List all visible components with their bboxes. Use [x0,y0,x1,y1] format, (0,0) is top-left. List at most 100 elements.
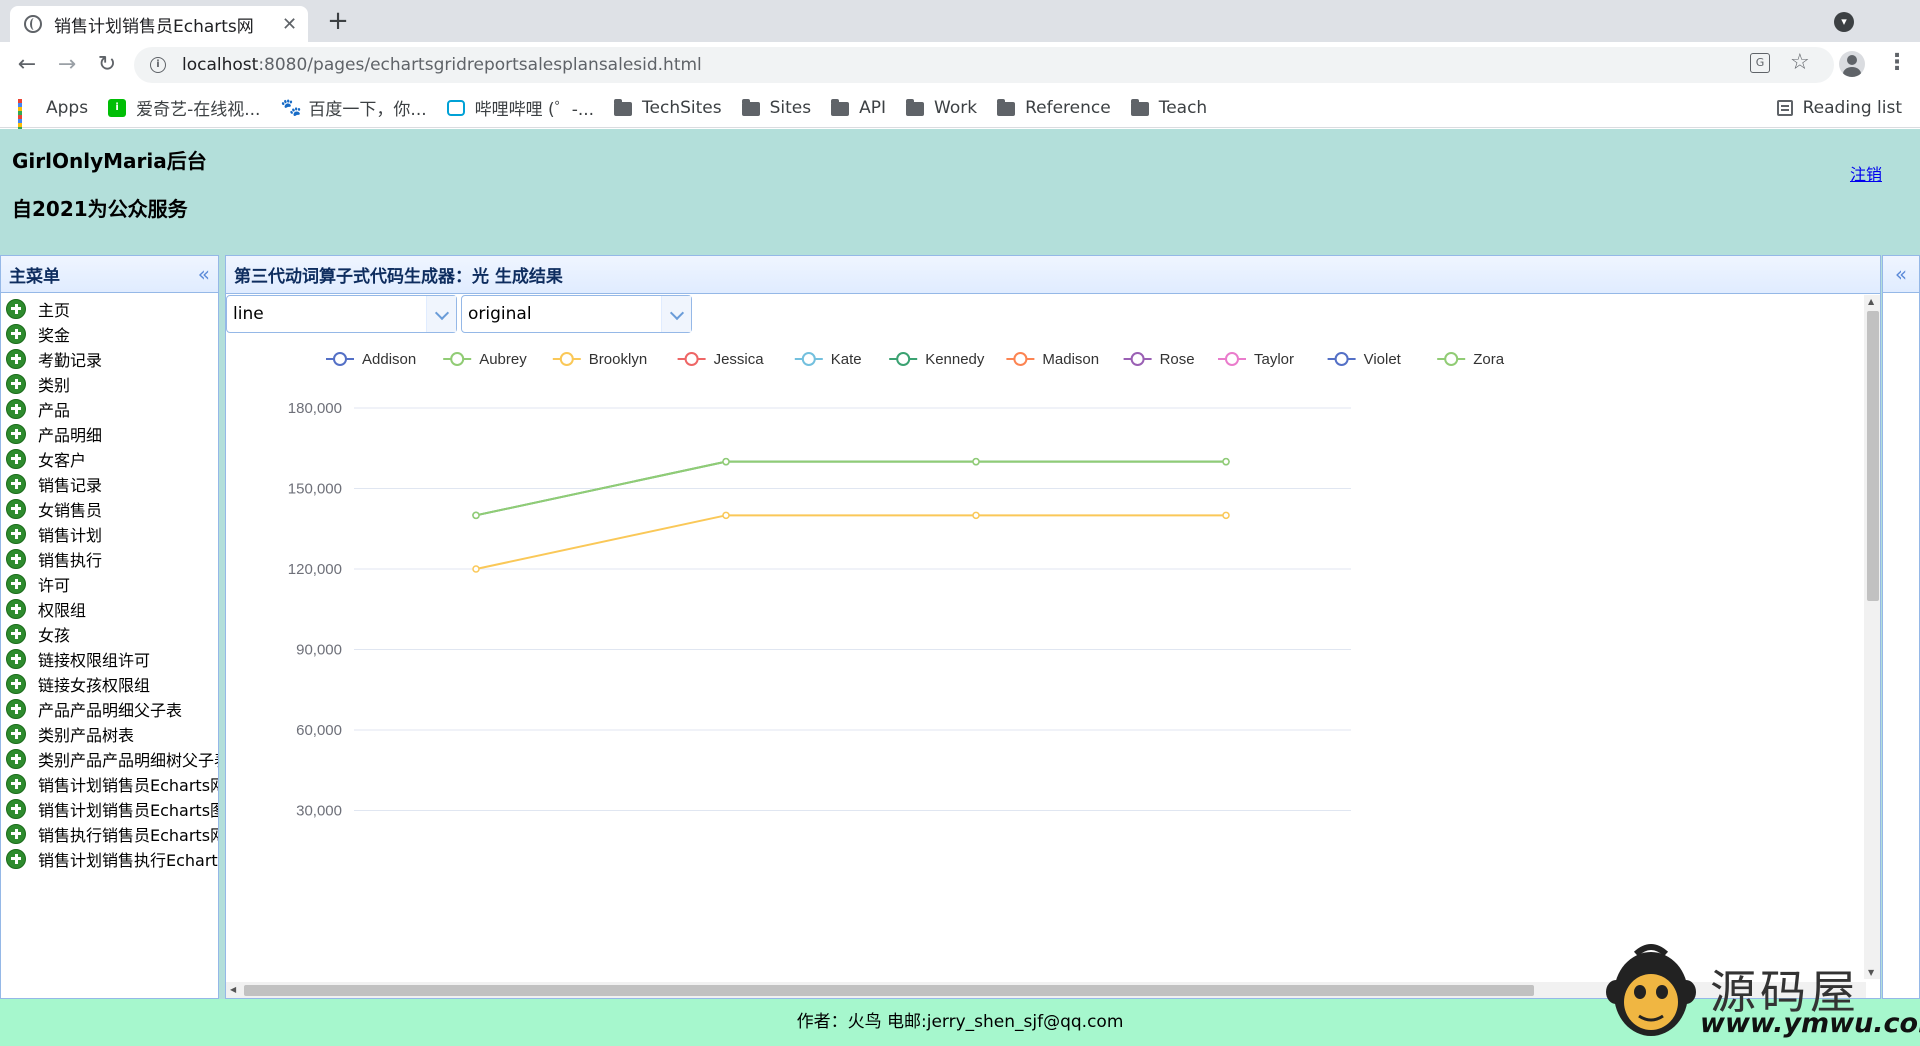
bookmark-apps[interactable]: Apps [18,98,88,135]
menu-item[interactable]: 链接女孩权限组 [1,671,218,696]
chart-type-select[interactable]: line [226,295,457,333]
legend-item[interactable]: Jessica [677,351,765,368]
collapse-left-icon[interactable]: « [198,264,210,284]
browser-tab-active[interactable]: 销售计划销售员Echarts网 ✕ [10,6,308,42]
plus-icon[interactable] [6,748,26,769]
menu-item[interactable]: 类别 [1,371,218,396]
new-tab-button[interactable]: + [323,6,353,36]
legend-item[interactable]: Madison [1006,351,1099,368]
back-arrow-icon[interactable]: ← [12,50,42,80]
data-point[interactable] [972,511,980,520]
plus-icon[interactable] [6,298,26,319]
menu-item[interactable]: 销售记录 [1,471,218,496]
plus-icon[interactable] [6,823,26,844]
menu-item[interactable]: 产品明细 [1,421,218,446]
profile-avatar-icon[interactable] [1839,51,1865,77]
menu-item[interactable]: 女销售员 [1,496,218,521]
plus-icon[interactable] [6,323,26,344]
legend-item[interactable]: Brooklyn [552,351,647,368]
data-point[interactable] [722,457,730,466]
vertical-scrollbar[interactable]: ▲ ▼ [1864,295,1880,979]
tab-search-icon[interactable]: ▾ [1834,12,1854,32]
plus-icon[interactable] [6,698,26,719]
legend-item[interactable]: Zora [1437,351,1505,368]
bookmark-folder-work[interactable]: Work [906,98,977,118]
vertical-scroll-thumb[interactable] [1867,311,1879,601]
chevron-down-icon[interactable] [661,296,691,332]
bookmark-star-icon[interactable]: ☆ [1790,50,1810,75]
menu-item[interactable]: 类别产品树表 [1,721,218,746]
legend-item[interactable]: Kennedy [889,351,985,368]
data-point[interactable] [1222,457,1230,466]
bookmark-baidu[interactable]: 🐾 百度一下，你... [280,95,426,121]
plus-icon[interactable] [6,398,26,419]
menu-item[interactable]: 产品产品明细父子表 [1,696,218,721]
menu-item[interactable]: 女孩 [1,621,218,646]
site-info-icon[interactable]: i [150,57,166,73]
menu-item[interactable]: 女客户 [1,446,218,471]
logout-link[interactable]: 注销 [1850,161,1882,185]
plus-icon[interactable] [6,423,26,444]
plus-icon[interactable] [6,473,26,494]
legend-item[interactable]: Addison [326,351,416,368]
plus-icon[interactable] [6,548,26,569]
legend-item[interactable]: Aubrey [443,351,527,368]
address-bar[interactable]: i localhost:8080/pages/echartsgridreport… [134,47,1834,83]
menu-item[interactable]: 链接权限组许可 [1,646,218,671]
menu-item[interactable]: 销售计划 [1,521,218,546]
menu-item[interactable]: 类别产品产品明细树父子表 [1,746,218,771]
data-point[interactable] [972,457,980,466]
tab-close-icon[interactable]: ✕ [282,14,297,35]
bookmark-folder-teach[interactable]: Teach [1130,98,1207,118]
data-point[interactable] [472,565,480,573]
plus-icon[interactable] [6,648,26,669]
browser-menu-icon[interactable]: ⋮ [1886,50,1908,75]
plus-icon[interactable] [6,348,26,369]
chevron-down-icon[interactable] [426,296,456,332]
plus-icon[interactable] [6,523,26,544]
data-point[interactable] [472,511,480,520]
plus-icon[interactable] [6,798,26,819]
data-point[interactable] [1222,511,1230,520]
menu-item[interactable]: 产品 [1,396,218,421]
scroll-left-icon[interactable]: ◀ [230,985,236,994]
menu-item[interactable]: 销售执行 [1,546,218,571]
expand-left-icon[interactable]: « [1895,262,1907,286]
menu-item[interactable]: 许可 [1,571,218,596]
bookmark-iqiyi[interactable]: i 爱奇艺-在线视... [108,95,260,120]
data-point[interactable] [722,511,730,520]
plus-icon[interactable] [6,673,26,694]
menu-item[interactable]: 主页 [1,296,218,321]
plus-icon[interactable] [6,773,26,794]
menu-item[interactable]: 销售计划销售执行Echarts图表 [1,846,218,871]
bookmark-folder-techsites[interactable]: TechSites [614,98,722,118]
plus-icon[interactable] [6,848,26,869]
menu-item[interactable]: 奖金 [1,321,218,346]
menu-item[interactable]: 销售计划销售员Echarts网格报表 [1,771,218,796]
legend-item[interactable]: Taylor [1218,351,1294,368]
bookmark-folder-sites[interactable]: Sites [741,98,811,118]
plus-icon[interactable] [6,598,26,619]
legend-item[interactable]: Kate [794,351,862,368]
reading-list-button[interactable]: Reading list [1776,88,1902,128]
plus-icon[interactable] [6,573,26,594]
plus-icon[interactable] [6,498,26,519]
bookmark-folder-reference[interactable]: Reference [997,98,1111,118]
legend-item[interactable]: Violet [1327,351,1402,368]
plus-icon[interactable] [6,723,26,744]
bookmark-bilibili[interactable]: 哔哩哔哩 (゜-... [446,95,594,120]
menu-item[interactable]: 考勤记录 [1,346,218,371]
translate-icon[interactable]: G [1750,53,1770,73]
data-mode-select[interactable]: original [461,295,692,333]
menu-item[interactable]: 销售执行销售员Echarts网格报表 [1,821,218,846]
scroll-up-icon[interactable]: ▲ [1868,297,1874,306]
forward-arrow-icon[interactable]: → [52,50,82,80]
menu-item[interactable]: 销售计划销售员Echarts图表 [1,796,218,821]
menu-item[interactable]: 权限组 [1,596,218,621]
bookmark-folder-api[interactable]: API [831,98,886,118]
legend-item[interactable]: Rose [1123,351,1195,368]
plus-icon[interactable] [6,373,26,394]
reload-icon[interactable]: ↻ [92,50,122,80]
plus-icon[interactable] [6,623,26,644]
horizontal-scroll-thumb[interactable] [244,985,1534,996]
